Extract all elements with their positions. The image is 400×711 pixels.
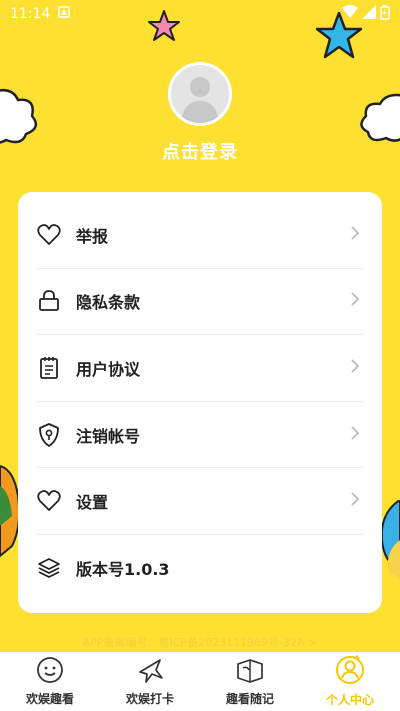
tab-label: 欢娱打卡 [125, 692, 174, 706]
layers-icon [36, 555, 62, 581]
tab-label: 个人中心 [325, 693, 374, 707]
menu-item-settings[interactable]: 设置 [36, 468, 364, 535]
bottom-tab-bar: 欢娱趣看 欢娱打卡 趣看随记 个人中心 [0, 652, 400, 711]
default-avatar-icon [171, 65, 229, 123]
login-link[interactable]: 点击登录 [0, 138, 400, 164]
plane-icon [136, 656, 164, 688]
hand-book-icon [235, 656, 265, 688]
tab-label: 欢娱趣看 [25, 692, 74, 706]
chevron-right-icon [350, 225, 360, 245]
chevron-right-icon [350, 358, 360, 378]
person-icon [335, 654, 365, 689]
menu-item-privacy[interactable]: 隐私条款 [36, 269, 364, 336]
icp-beian-link[interactable]: APP备案编号：粤ICP备2023111969号-32A > [0, 634, 400, 650]
tab-entertainment-view[interactable]: 欢娱趣看 [0, 652, 100, 711]
cloud-right-icon [360, 93, 400, 142]
menu-item-label: 隐私条款 [76, 293, 141, 313]
menu-item-version: 版本号1.0.3 [36, 535, 364, 602]
smiley-icon [36, 656, 64, 688]
chevron-right-icon [350, 491, 360, 511]
menu-item-label: 注销帐号 [76, 426, 141, 446]
menu-item-label: 举报 [76, 226, 109, 246]
tab-profile[interactable]: 个人中心 [300, 652, 400, 711]
tab-label: 趣看随记 [225, 692, 274, 706]
tab-notes[interactable]: 趣看随记 [200, 652, 300, 711]
pink-star-icon [148, 10, 180, 41]
heart-icon [36, 488, 62, 514]
menu-card: 举报 隐私条款 用户协议 注销帐号 设置 版本号1.0.3 [18, 192, 382, 613]
heart-icon [36, 222, 62, 248]
menu-item-user-agreement[interactable]: 用户协议 [36, 335, 364, 402]
shield-key-icon [36, 422, 62, 448]
menu-item-report[interactable]: 举报 [36, 202, 364, 269]
blue-star-icon [315, 11, 363, 59]
signal-icon [362, 5, 376, 23]
notification-icon [58, 6, 71, 22]
menu-item-label: 设置 [76, 493, 109, 513]
avatar[interactable] [168, 62, 232, 126]
menu-item-delete-account[interactable]: 注销帐号 [36, 402, 364, 469]
battery-icon [380, 4, 390, 24]
menu-item-label: 用户协议 [76, 359, 141, 379]
status-time: 11:14 [10, 6, 51, 22]
chevron-right-icon [350, 291, 360, 311]
chevron-right-icon [350, 425, 360, 445]
tab-check-in[interactable]: 欢娱打卡 [100, 652, 200, 711]
version-label: 版本号1.0.3 [76, 560, 170, 580]
document-icon [36, 355, 62, 381]
lock-icon [36, 288, 62, 314]
